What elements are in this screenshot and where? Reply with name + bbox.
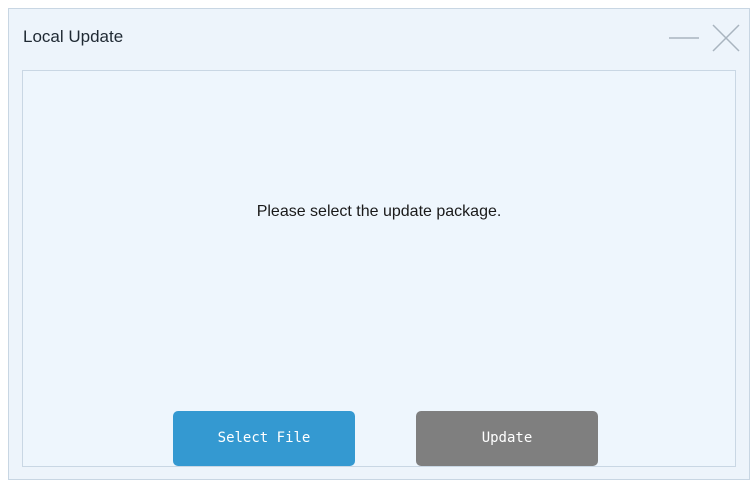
select-file-button[interactable]: Select File [173,411,355,466]
close-icon [712,24,740,52]
minimize-button[interactable] [667,21,701,55]
window-title: Local Update [23,27,124,46]
titlebar: Local Update [9,9,749,69]
minimize-icon [669,37,699,39]
close-button[interactable] [709,21,743,55]
update-button[interactable]: Update [416,411,598,466]
content-panel: Please select the update package. Select… [22,70,736,467]
local-update-window: Local Update Please select the update pa… [8,8,750,480]
status-message: Please select the update package. [256,203,502,220]
